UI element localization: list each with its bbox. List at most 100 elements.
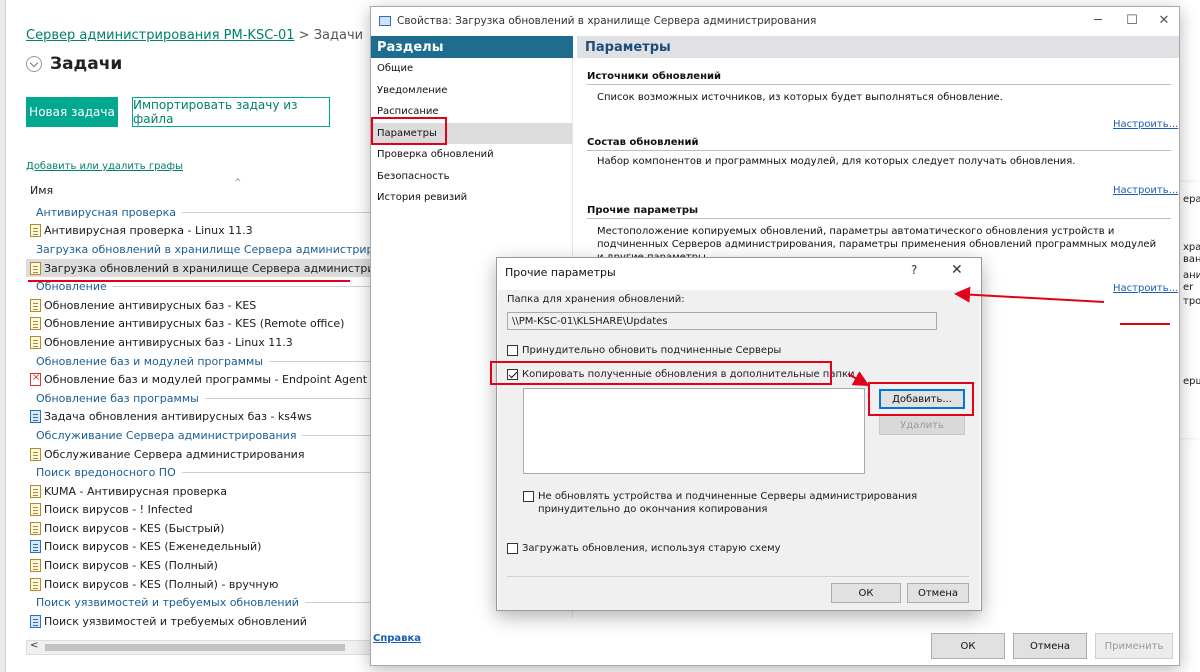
section-item[interactable]: Общие xyxy=(371,58,572,80)
breadcrumb-server-link[interactable]: Сервер администрирования PM-KSC-01 xyxy=(26,28,295,43)
highlight-underline xyxy=(28,280,350,282)
props-apply-button[interactable]: Применить xyxy=(1095,633,1173,659)
highlight-box-copy xyxy=(490,361,832,385)
task-row[interactable]: KUMA - Антивирусная проверка xyxy=(26,482,372,501)
force-update-row[interactable]: Принудительно обновить подчиненные Серве… xyxy=(507,344,781,357)
minimize-icon[interactable]: ─ xyxy=(1081,7,1115,34)
window-icon xyxy=(379,15,391,26)
task-name: Антивирусная проверка - Linux 11.3 xyxy=(44,224,253,238)
dialog-cancel-button[interactable]: Отмена xyxy=(907,583,969,603)
horizontal-scrollbar[interactable]: < xyxy=(26,640,372,655)
breadcrumb-current: Задачи xyxy=(313,28,364,43)
task-row[interactable]: Поиск вирусов - KES (Полный) xyxy=(26,556,372,575)
sort-caret-icon[interactable]: ^ xyxy=(234,178,242,188)
force-update-checkbox[interactable] xyxy=(507,345,518,356)
composition-divider xyxy=(587,150,1171,151)
folder-label: Папка для хранения обновлений: xyxy=(507,294,685,305)
task-row[interactable]: Поиск вирусов - KES (Быстрый) xyxy=(26,519,372,538)
task-group-header: Поиск уязвимостей и требуемых обновлений xyxy=(26,593,372,612)
import-task-button[interactable]: Импортировать задачу из файла xyxy=(132,97,330,127)
task-icon xyxy=(30,298,41,312)
close-icon[interactable]: ✕ xyxy=(1147,7,1181,34)
parameters-header: Параметры xyxy=(577,36,1179,58)
scroll-thumb[interactable] xyxy=(45,644,345,651)
task-icon xyxy=(30,447,41,461)
section-item[interactable]: Уведомление xyxy=(371,80,572,102)
group-divider xyxy=(302,434,372,436)
task-row[interactable]: Задача обновления антивирусных баз - ks4… xyxy=(26,408,372,427)
task-name: Поиск вирусов - KES (Полный) xyxy=(44,559,218,573)
dialog-close-icon[interactable]: ✕ xyxy=(951,262,963,278)
task-name: Поиск вирусов - ! Infected xyxy=(44,503,193,517)
column-header-name[interactable]: Имя xyxy=(30,184,53,197)
task-row[interactable]: Обновление антивирусных баз - Linux 11.3 xyxy=(26,333,372,352)
group-label: Обновление xyxy=(36,280,107,294)
task-row[interactable]: Поиск вирусов - KES (Полный) - вручную xyxy=(26,575,372,594)
no-force-row[interactable]: Не обновлять устройства и подчиненные Се… xyxy=(523,490,963,516)
force-update-label: Принудительно обновить подчиненные Серве… xyxy=(522,345,782,356)
task-icon xyxy=(30,317,41,331)
section-item[interactable]: Проверка обновлений xyxy=(371,144,572,166)
task-row[interactable]: Антивирусная проверка - Linux 11.3 xyxy=(26,222,372,241)
sources-desc: Список возможных источников, из которых … xyxy=(597,92,1003,103)
task-group-header: Обновление баз программы xyxy=(26,389,372,408)
section-item[interactable]: Безопасность xyxy=(371,166,572,188)
group-divider xyxy=(304,602,372,604)
task-row[interactable]: Обслуживание Сервера администрирования xyxy=(26,445,372,464)
breadcrumb-separator: > xyxy=(298,28,310,43)
right-panel-text: er xyxy=(1183,282,1194,293)
props-ok-button[interactable]: ОК xyxy=(931,633,1005,659)
task-row[interactable]: Поиск вирусов - KES (Еженедельный) xyxy=(26,538,372,557)
task-icon xyxy=(30,224,41,238)
scroll-left-icon[interactable]: < xyxy=(30,640,38,651)
task-row[interactable]: Обновление антивирусных баз - KES xyxy=(26,296,372,315)
help-link[interactable]: Справка xyxy=(373,633,421,644)
props-cancel-button[interactable]: Отмена xyxy=(1013,633,1087,659)
task-row[interactable]: Поиск вирусов - ! Infected xyxy=(26,501,372,520)
task-row[interactable]: Обновление антивирусных баз - KES (Remot… xyxy=(26,315,372,334)
configure-other-link[interactable]: Настроить... xyxy=(1113,283,1178,294)
task-row[interactable]: Поиск уязвимостей и требуемых обновлений xyxy=(26,612,372,631)
group-divider xyxy=(112,286,372,288)
highlight-box-add xyxy=(868,382,974,416)
no-force-checkbox[interactable] xyxy=(523,491,534,502)
task-name: Поиск вирусов - KES (Быстрый) xyxy=(44,521,225,535)
maximize-icon[interactable]: ☐ xyxy=(1115,7,1149,34)
old-scheme-row[interactable]: Загружать обновления, используя старую с… xyxy=(507,542,781,555)
folder-field[interactable]: \\PM-KSC-01\KLSHARE\Updates xyxy=(507,312,937,330)
group-divider xyxy=(269,360,372,362)
configure-composition-link[interactable]: Настроить... xyxy=(1113,185,1178,196)
task-name: Поиск уязвимостей и требуемых обновлений xyxy=(44,614,307,628)
collapse-chevron-icon[interactable] xyxy=(26,56,42,72)
group-divider xyxy=(204,397,372,399)
task-icon xyxy=(30,261,41,275)
sources-divider xyxy=(587,84,1171,85)
old-scheme-checkbox[interactable] xyxy=(507,543,518,554)
composition-title: Состав обновлений xyxy=(587,137,699,148)
dialog-title: Прочие параметры xyxy=(505,266,616,279)
task-name: Поиск вирусов - KES (Еженедельный) xyxy=(44,540,262,554)
configure-sources-link[interactable]: Настроить... xyxy=(1113,119,1178,130)
task-row[interactable]: Загрузка обновлений в хранилище Сервера … xyxy=(26,258,372,278)
dialog-ok-button[interactable]: ОК xyxy=(831,583,901,603)
additional-folders-list[interactable] xyxy=(523,388,865,474)
task-group-header: Обновление баз и модулей программы xyxy=(26,352,372,371)
right-panel-text: ерш xyxy=(1183,376,1200,387)
section-item[interactable]: История ревизий xyxy=(371,187,572,209)
task-row[interactable]: Обновление баз и модулей программы - End… xyxy=(26,370,372,389)
task-group-header: Поиск вредоносного ПО xyxy=(26,463,372,482)
old-scheme-label: Загружать обновления, используя старую с… xyxy=(522,543,781,554)
right-panel-text: ван xyxy=(1183,254,1200,265)
sections-header: Разделы xyxy=(371,36,573,58)
help-icon[interactable]: ? xyxy=(911,263,917,277)
group-divider xyxy=(181,472,372,474)
right-panel-text: хра xyxy=(1183,242,1200,253)
right-panel-text: тро xyxy=(1183,296,1200,307)
task-icon xyxy=(30,503,41,517)
columns-link[interactable]: Добавить или удалить графы xyxy=(26,161,183,172)
new-task-button[interactable]: Новая задача xyxy=(26,97,118,127)
group-divider xyxy=(182,211,372,213)
breadcrumb: Сервер администрирования PM-KSC-01 > Зад… xyxy=(26,28,363,43)
composition-desc: Набор компонентов и программных модулей,… xyxy=(597,156,1076,167)
remove-folder-button[interactable]: Удалить xyxy=(879,415,965,435)
